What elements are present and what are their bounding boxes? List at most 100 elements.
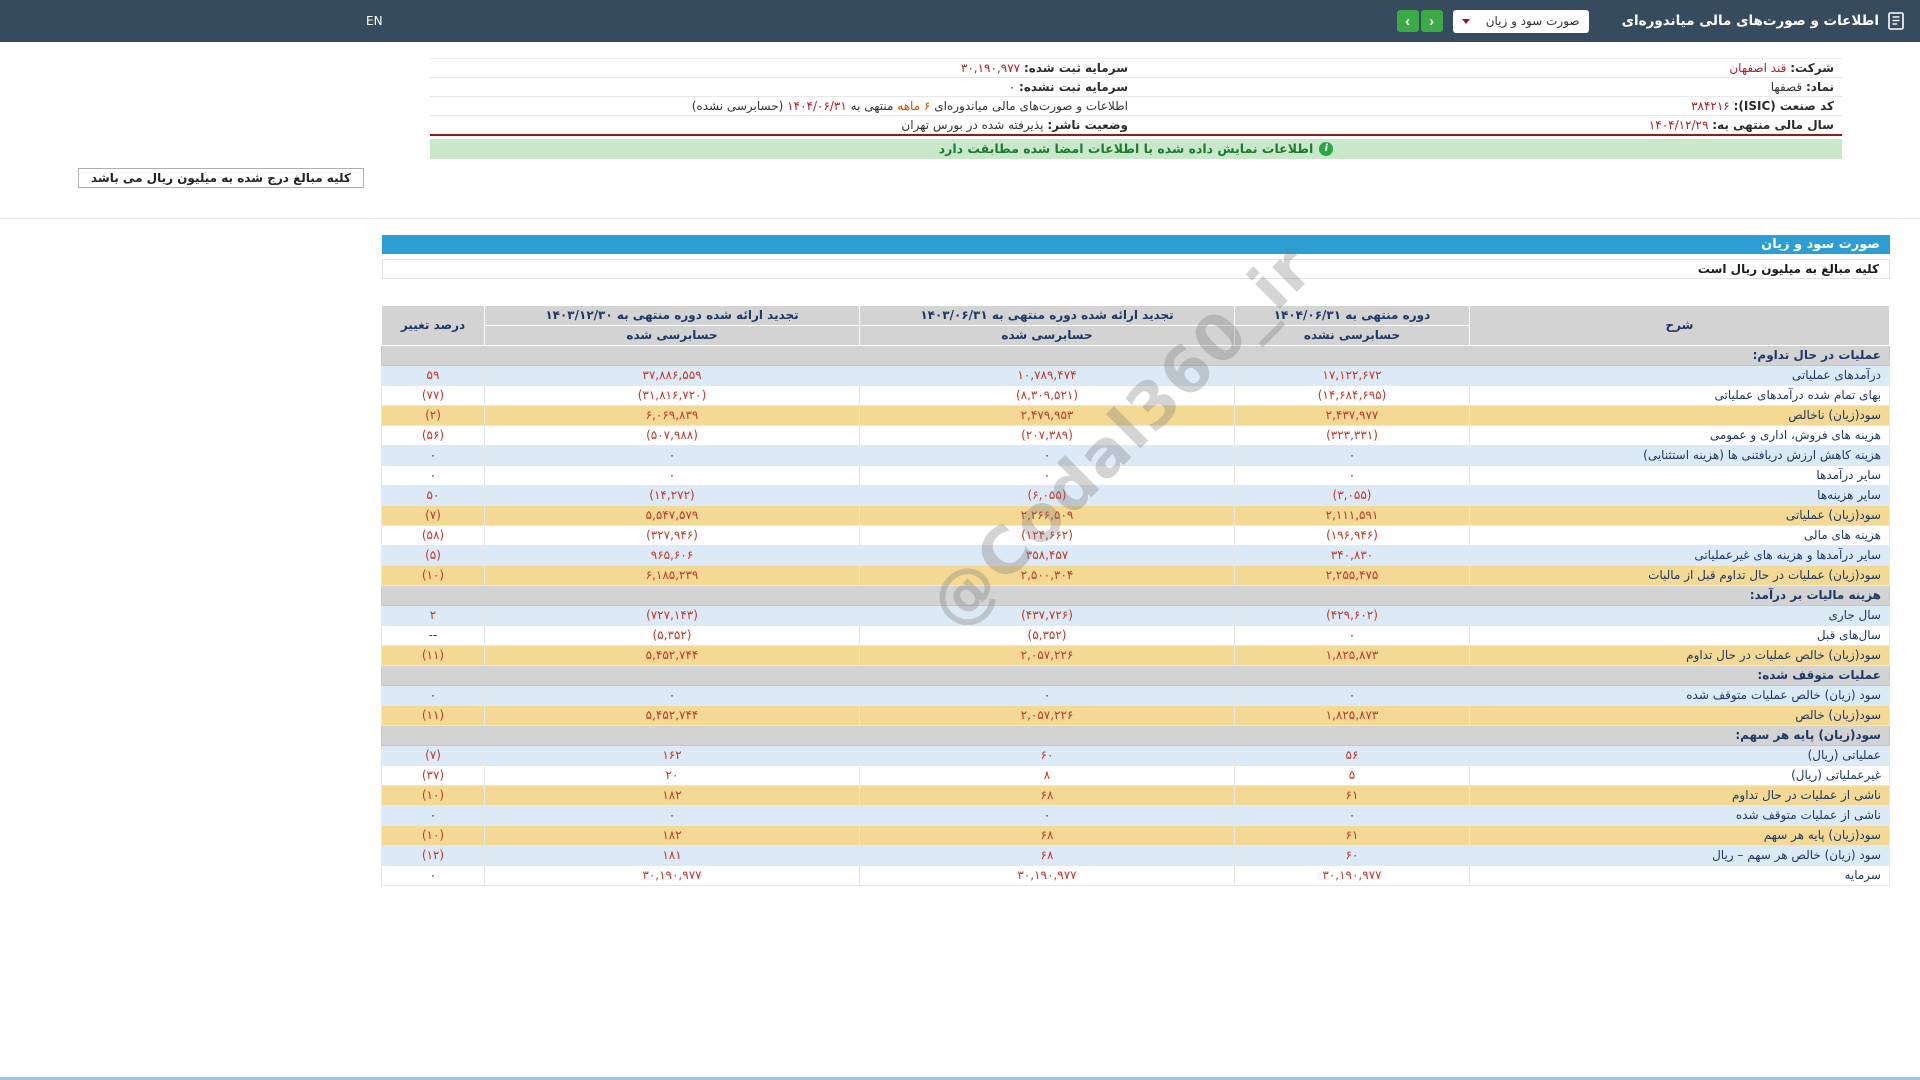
row-change-percent: (۷) xyxy=(382,745,485,765)
statements-icon xyxy=(1886,11,1906,31)
audit-status-restated-annual: حسابرسی شده xyxy=(485,325,860,345)
banner-text: اطلاعات نمایش داده شده با اطلاعات امضا ش… xyxy=(939,141,1314,156)
statement-section-row: سود(زیان) پایه هر سهم: xyxy=(382,725,1890,745)
row-change-percent: (۳۷) xyxy=(382,765,485,785)
unregistered-capital-value: ۰ xyxy=(1009,80,1015,94)
section-label: عملیات در حال تداوم: xyxy=(382,345,1890,365)
row-value-current: ۶۰ xyxy=(1235,845,1470,865)
section-label: سود(زیان) پایه هر سهم: xyxy=(382,725,1890,745)
row-change-percent: (۲) xyxy=(382,405,485,425)
statement-section-row: عملیات متوقف شده: xyxy=(382,665,1890,685)
fiscal-year-value: ۱۴۰۴/۱۲/۲۹ xyxy=(1649,118,1709,132)
statement-type-select[interactable]: صورت سود و زیان xyxy=(1453,10,1589,33)
row-value-current: ۲,۲۵۵,۴۷۵ xyxy=(1235,565,1470,585)
row-change-percent: ۵۰ xyxy=(382,485,485,505)
info-row-isic: کد صنعت (ISIC): ۳۸۴۲۱۶ اطلاعات و صورت‌ها… xyxy=(430,97,1842,116)
row-value-current: ۰ xyxy=(1235,805,1470,825)
section-label: عملیات متوقف شده: xyxy=(382,665,1890,685)
row-value-restated-mid: ۲,۰۵۷,۲۲۶ xyxy=(860,705,1235,725)
row-change-percent: (۵۸) xyxy=(382,525,485,545)
row-value-restated-annual: ۰ xyxy=(485,805,860,825)
language-toggle[interactable]: EN xyxy=(366,14,383,28)
row-label: سال جاری xyxy=(1470,605,1890,625)
col-header-description: شرح xyxy=(1470,305,1890,345)
row-value-restated-mid: ۲,۵۰۰,۳۰۴ xyxy=(860,565,1235,585)
unit-note-row: کلیه مبالغ درج شده به میلیون ریال می باش… xyxy=(78,167,1842,188)
statement-data-row: سرمایه۳۰,۱۹۰,۹۷۷۳۰,۱۹۰,۹۷۷۳۰,۱۹۰,۹۷۷۰ xyxy=(382,865,1890,885)
row-value-current: ۶۱ xyxy=(1235,825,1470,845)
row-label: سود (زیان) خالص هر سهم – ریال xyxy=(1470,845,1890,865)
row-label: غیرعملیاتی (ریال) xyxy=(1470,765,1890,785)
row-value-current: (۴۲۹,۶۰۲) xyxy=(1235,605,1470,625)
issuer-status-label: وضعیت ناشر: xyxy=(1047,118,1128,132)
row-label: سایر درآمدها xyxy=(1470,465,1890,485)
period-audit-status: (حسابرسی نشده) xyxy=(692,99,784,113)
isic-label: کد صنعت (ISIC): xyxy=(1734,99,1834,113)
row-value-restated-mid: ۱۰,۷۸۹,۴۷۴ xyxy=(860,365,1235,385)
section-label: هزینه مالیات بر درآمد: xyxy=(382,585,1890,605)
row-change-percent: (۱۰) xyxy=(382,565,485,585)
period-mid: منتهی به xyxy=(851,99,894,113)
row-value-restated-mid: (۸,۳۰۹,۵۲۱) xyxy=(860,385,1235,405)
row-value-restated-annual: ۰ xyxy=(485,445,860,465)
chevron-down-icon xyxy=(1462,19,1470,24)
row-value-restated-mid: ۶۸ xyxy=(860,845,1235,865)
row-label: سود(زیان) پایه هر سهم xyxy=(1470,825,1890,845)
row-value-restated-annual: (۵۰۷,۹۸۸) xyxy=(485,425,860,445)
statement-data-row: درآمدهای عملیاتی۱۷,۱۲۲,۶۷۲۱۰,۷۸۹,۴۷۴۳۷,۸… xyxy=(382,365,1890,385)
signature-match-banner: i اطلاعات نمایش داده شده با اطلاعات امضا… xyxy=(430,139,1842,159)
row-value-restated-mid: ۰ xyxy=(860,465,1235,485)
row-change-percent: (۷۷) xyxy=(382,385,485,405)
symbol-label: نماد: xyxy=(1806,80,1834,94)
row-value-restated-mid: ۳۰,۱۹۰,۹۷۷ xyxy=(860,865,1235,885)
row-change-percent: ۰ xyxy=(382,805,485,825)
row-value-restated-annual: ۰ xyxy=(485,465,860,485)
row-value-restated-annual: (۱۴,۲۷۲) xyxy=(485,485,860,505)
company-info-table: شرکت: قند اصفهان سرمایه ثبت شده: ۳۰,۱۹۰,… xyxy=(430,58,1842,136)
row-value-restated-mid: (۶,۰۵۵) xyxy=(860,485,1235,505)
statement-data-row: سود (زیان) خالص عملیات متوقف شده۰۰۰۰ xyxy=(382,685,1890,705)
nav-back-button[interactable]: ‹ xyxy=(1421,10,1443,32)
row-label: ناشی از عملیات متوقف شده xyxy=(1470,805,1890,825)
fiscal-year-cell: سال مالی منتهی به: ۱۴۰۴/۱۲/۲۹ xyxy=(1136,116,1842,135)
row-value-restated-mid: ۲,۰۵۷,۲۲۶ xyxy=(860,645,1235,665)
statement-data-row: هزینه کاهش ارزش دریافتنی ها (هزینه استثن… xyxy=(382,445,1890,465)
row-value-current: (۱۹۶,۹۴۶) xyxy=(1235,525,1470,545)
row-value-current: ۱,۸۲۵,۸۷۳ xyxy=(1235,705,1470,725)
nav-forward-button[interactable]: › xyxy=(1397,10,1419,32)
row-value-restated-annual: ۱۶۲ xyxy=(485,745,860,765)
row-value-restated-mid: ۲,۴۷۹,۹۵۳ xyxy=(860,405,1235,425)
row-value-restated-annual: ۶,۱۸۵,۲۳۹ xyxy=(485,565,860,585)
row-value-restated-annual: ۰ xyxy=(485,685,860,705)
row-value-restated-mid: (۴۳۷,۷۲۶) xyxy=(860,605,1235,625)
row-value-restated-annual: ۳۷,۸۸۶,۵۵۹ xyxy=(485,365,860,385)
row-change-percent: (۵) xyxy=(382,545,485,565)
statement-section-row: هزینه مالیات بر درآمد: xyxy=(382,585,1890,605)
statement-data-row: سایر هزینه‌ها(۳,۰۵۵)(۶,۰۵۵)(۱۴,۲۷۲)۵۰ xyxy=(382,485,1890,505)
fiscal-year-label: سال مالی منتهی به: xyxy=(1712,118,1834,132)
statement-type-selected-value: صورت سود و زیان xyxy=(1486,14,1580,28)
statement-data-row: سایر درآمدها و هزینه های غیرعملیاتی۳۴۰,۸… xyxy=(382,545,1890,565)
row-value-restated-annual: (۳۱,۸۱۶,۷۲۰) xyxy=(485,385,860,405)
statement-data-row: سایر درآمدها۰۰۰۰ xyxy=(382,465,1890,485)
col-header-change-percent: درصد تغییر xyxy=(382,305,485,345)
page-title: اطلاعات و صورت‌های مالی میاندوره‌ای xyxy=(1622,13,1879,29)
row-value-current: ۱۷,۱۲۲,۶۷۲ xyxy=(1235,365,1470,385)
issuer-status-cell: وضعیت ناشر: پذیرفته شده در بورس تهران xyxy=(430,116,1136,135)
statement-data-row: سود(زیان) عملیات در حال تداوم قبل از مال… xyxy=(382,565,1890,585)
row-change-percent: (۱۰) xyxy=(382,785,485,805)
unregistered-capital-cell: سرمایه ثبت نشده: ۰ xyxy=(430,78,1136,97)
row-label: هزینه کاهش ارزش دریافتنی ها (هزینه استثن… xyxy=(1470,445,1890,465)
statement-data-row: عملیاتی (ریال)۵۶۶۰۱۶۲(۷) xyxy=(382,745,1890,765)
row-value-restated-mid: ۰ xyxy=(860,445,1235,465)
row-value-restated-mid: ۰ xyxy=(860,805,1235,825)
row-value-restated-mid: ۳۵۸,۴۵۷ xyxy=(860,545,1235,565)
row-value-restated-annual: ۹۶۵,۶۰۶ xyxy=(485,545,860,565)
row-value-current: ۵ xyxy=(1235,765,1470,785)
row-change-percent: (۱۰) xyxy=(382,825,485,845)
row-label: هزینه های مالی xyxy=(1470,525,1890,545)
isic-value: ۳۸۴۲۱۶ xyxy=(1691,99,1730,113)
symbol-value: قصفها xyxy=(1771,80,1802,94)
statement-data-row: سود (زیان) خالص هر سهم – ریال۶۰۶۸۱۸۱(۱۲) xyxy=(382,845,1890,865)
statement-data-row: سود(زیان) پایه هر سهم۶۱۶۸۱۸۲(۱۰) xyxy=(382,825,1890,845)
